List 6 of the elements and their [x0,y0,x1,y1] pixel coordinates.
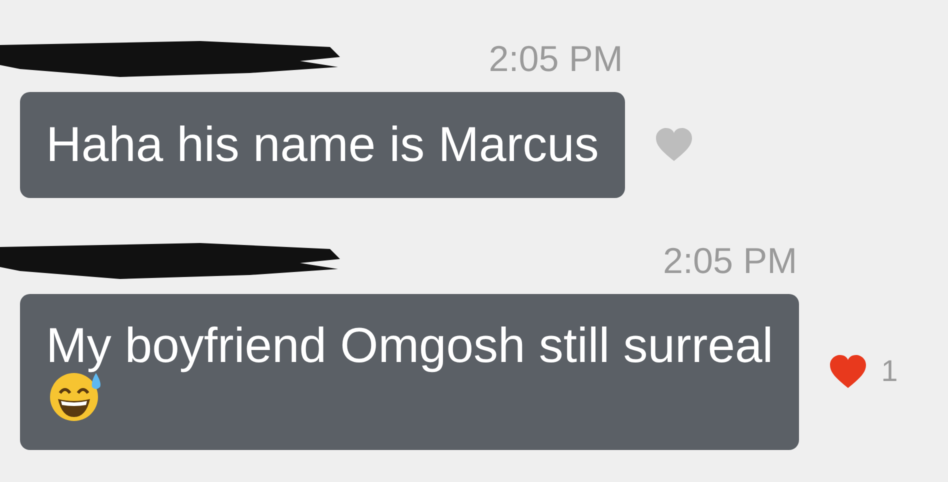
message-text: Haha his name is Marcus [46,118,599,172]
message-text: My boyfriend Omgosh still surreal [46,319,774,373]
timestamp: 2:05 PM [663,240,798,282]
timestamp: 2:05 PM [488,38,623,80]
like-count: 1 [881,355,898,389]
liked-heart-icon[interactable] [829,355,868,389]
